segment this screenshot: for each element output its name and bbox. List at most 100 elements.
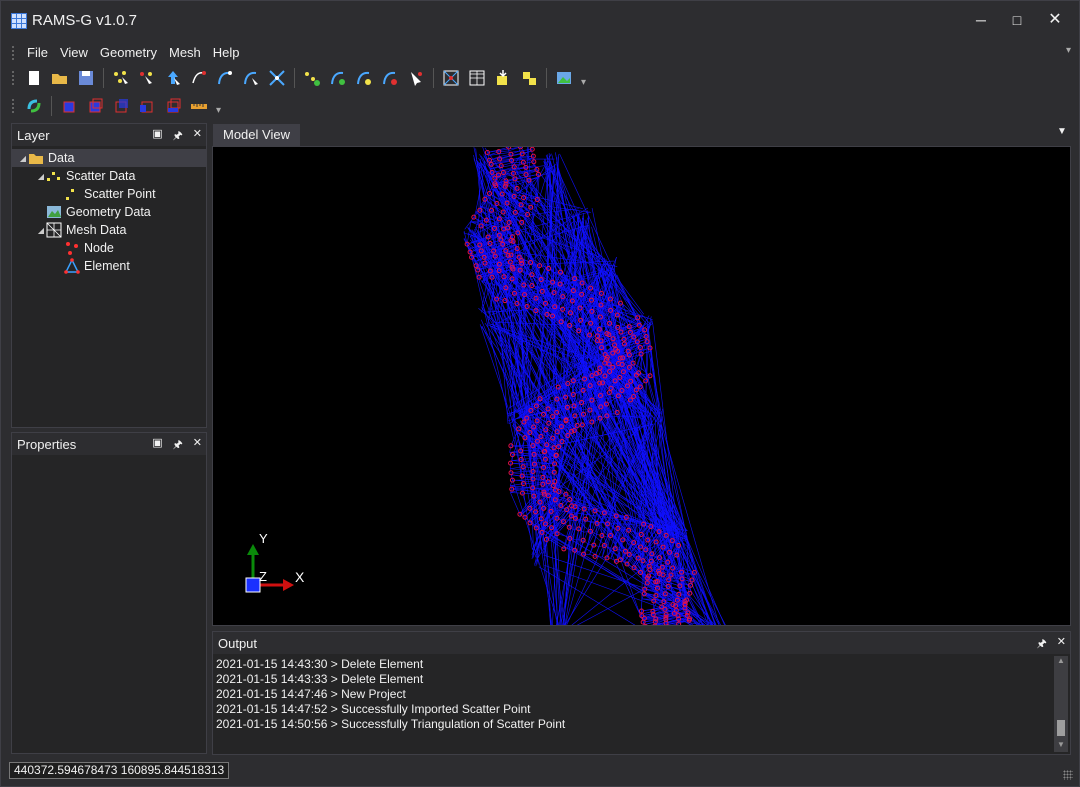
refresh-button[interactable] (24, 96, 44, 116)
open-button[interactable] (50, 68, 70, 88)
menu-mesh[interactable]: Mesh (163, 41, 207, 65)
pin-icon[interactable]: 🖈 (173, 127, 183, 146)
scroll-thumb[interactable] (1057, 720, 1065, 736)
float-icon[interactable]: ▣ (152, 127, 162, 146)
maximize-button[interactable]: □ (1003, 9, 1031, 31)
pin-icon[interactable]: 🖈 (1037, 635, 1047, 654)
arc-gen-button[interactable] (328, 68, 348, 88)
app-logo-icon (11, 13, 27, 29)
arc-gen-icon (331, 71, 345, 85)
model-viewport[interactable]: Y Z X (212, 146, 1071, 626)
tree-item-element[interactable]: Element (12, 257, 206, 275)
output-line: 2021-01-15 14:50:56 > Successfully Trian… (216, 717, 566, 731)
properties-panel: Properties ▣ 🖈 ✕ (11, 432, 207, 754)
tree-item-scatter-point[interactable]: Scatter Point (12, 185, 206, 203)
menu-geometry[interactable]: Geometry (94, 41, 163, 65)
ruler-icon (191, 104, 207, 109)
arc-redist-button[interactable] (354, 68, 374, 88)
output-log: 2021-01-15 14:43:30 > Delete Element 2021… (216, 657, 1050, 732)
close-icon[interactable]: ✕ (193, 127, 202, 146)
tab-model-view[interactable]: Model View (213, 124, 300, 146)
close-icon[interactable]: ✕ (193, 436, 202, 455)
scatter-point-icon (64, 186, 80, 202)
mesh-export-button[interactable] (519, 68, 539, 88)
mesh-import-icon (497, 70, 507, 85)
mesh-button[interactable] (441, 68, 461, 88)
arc-split-button[interactable] (380, 68, 400, 88)
x-axis-arrow (283, 579, 294, 591)
menubar-overflow-icon[interactable]: ▾ (1066, 45, 1071, 56)
status-bar: 440372.594678473 160895.844518313 (1, 759, 1079, 786)
coordinate-readout: 440372.594678473 160895.844518313 (9, 762, 230, 779)
output-panel: Output 🖈 ✕ 2021-01-15 14:43:30 > Delete … (212, 631, 1071, 755)
toolbar-overflow-icon[interactable]: ▾ (216, 105, 221, 116)
output-scrollbar[interactable]: ▲ ▼ (1054, 656, 1068, 752)
scatter-delete-button[interactable] (189, 68, 209, 88)
scatter-move-button[interactable] (163, 68, 183, 88)
output-panel-header: Output 🖈 ✕ (213, 632, 1070, 654)
scroll-down-icon[interactable]: ▼ (1054, 740, 1068, 752)
output-line: 2021-01-15 14:43:33 > Delete Element (216, 672, 424, 686)
arc-delete-button[interactable] (267, 68, 287, 88)
toolbar-separator (103, 68, 104, 88)
tree-item-geometry-data[interactable]: Geometry Data (12, 203, 206, 221)
expand-arrow-icon[interactable]: ◢ (36, 172, 46, 181)
cube-view-3-button[interactable] (111, 96, 131, 116)
layer-panel-header: Layer ▣ 🖈 ✕ (12, 124, 206, 146)
scatter-select-button[interactable] (137, 68, 157, 88)
toolbar-separator (294, 68, 295, 88)
float-icon[interactable]: ▣ (152, 436, 162, 455)
cube-view-5-button[interactable] (163, 96, 183, 116)
tree-item-node[interactable]: Node (12, 239, 206, 257)
tree-item-label: Scatter Data (66, 169, 136, 183)
main-toolbar: ▾ (9, 65, 586, 91)
new-button[interactable] (24, 68, 44, 88)
toolbar-grip[interactable] (11, 70, 15, 86)
image-button[interactable] (554, 68, 574, 88)
view-toolbar: ▾ (9, 93, 221, 119)
close-icon[interactable]: ✕ (1057, 635, 1066, 654)
toolbar-overflow-icon[interactable]: ▾ (581, 77, 586, 88)
menubar-grip[interactable] (11, 45, 15, 61)
arc-redist-icon (357, 71, 371, 85)
toolbar-grip[interactable] (11, 98, 15, 114)
save-button[interactable] (76, 68, 96, 88)
tab-dropdown-icon[interactable]: ▼ (1057, 126, 1067, 137)
close-button[interactable]: ✕ (1041, 9, 1069, 31)
output-body: 2021-01-15 14:43:30 > Delete Element 2021… (213, 654, 1070, 754)
select-tool-button[interactable] (406, 68, 426, 88)
menu-help[interactable]: Help (207, 41, 246, 65)
pin-icon[interactable]: 🖈 (173, 436, 183, 455)
tree-item-scatter-data[interactable]: ◢ Scatter Data (12, 167, 206, 185)
x-axis-label: X (295, 569, 305, 585)
output-line: 2021-01-15 14:43:30 > Delete Element (216, 657, 424, 671)
cube-view-4-button[interactable] (137, 96, 157, 116)
new-icon (29, 71, 39, 85)
scroll-up-icon[interactable]: ▲ (1054, 656, 1068, 668)
resize-grip-icon[interactable] (1063, 770, 1073, 780)
cube-view-2-button[interactable] (85, 96, 105, 116)
mesh-icon (443, 70, 459, 86)
arc-create-button[interactable] (215, 68, 235, 88)
tree-item-data[interactable]: ◢ Data (12, 149, 206, 167)
expand-arrow-icon[interactable]: ◢ (36, 226, 46, 235)
scatter-add-button[interactable] (111, 68, 131, 88)
menu-file[interactable]: File (21, 41, 54, 65)
grid-button[interactable] (467, 68, 487, 88)
open-icon (52, 74, 67, 84)
cube-view-2-icon (89, 98, 103, 113)
arc-edit-button[interactable] (241, 68, 261, 88)
scatter-gen-button[interactable] (302, 68, 322, 88)
expand-arrow-icon[interactable]: ◢ (18, 154, 28, 163)
tree-item-mesh-data[interactable]: ◢ Mesh Data (12, 221, 206, 239)
z-axis-label: Z (259, 569, 267, 584)
tree-item-label: Data (48, 151, 75, 165)
cube-view-3-icon (115, 99, 128, 113)
minimize-button[interactable]: ─ (967, 9, 995, 31)
tree-item-label: Geometry Data (66, 205, 151, 219)
mesh-import-button[interactable] (493, 68, 513, 88)
ruler-button[interactable] (189, 96, 209, 116)
menu-view[interactable]: View (54, 41, 94, 65)
cube-view-1-button[interactable] (59, 96, 79, 116)
toolbar-separator (433, 68, 434, 88)
